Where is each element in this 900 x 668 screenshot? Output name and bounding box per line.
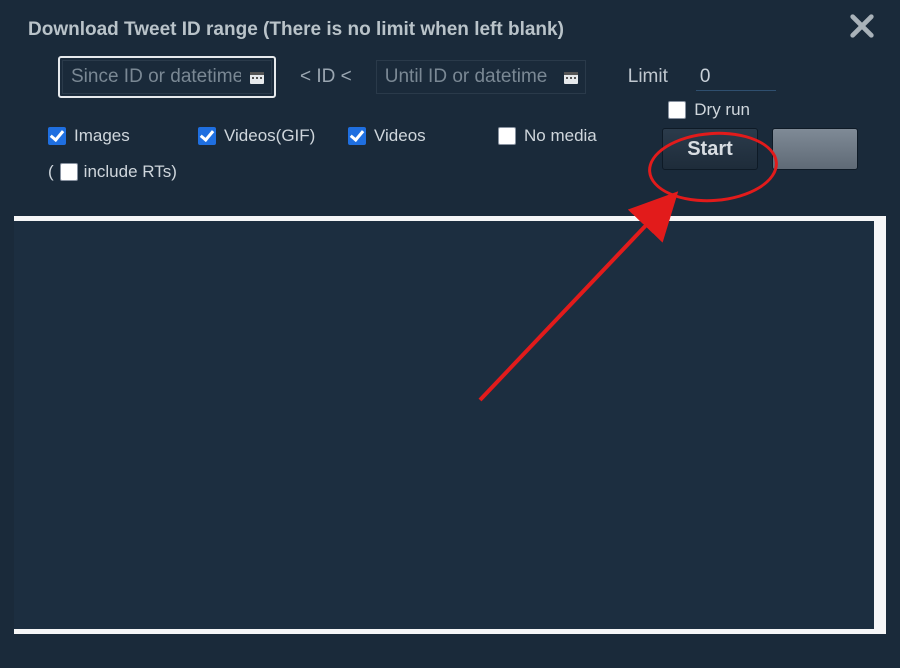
videos-label: Videos bbox=[374, 126, 426, 146]
since-calendar-icon[interactable] bbox=[248, 68, 266, 86]
include-rts-row: ( include RTs) bbox=[48, 162, 668, 182]
include-rts-label: include RTs) bbox=[84, 162, 177, 182]
secondary-button[interactable] bbox=[772, 128, 858, 170]
until-field-wrap bbox=[376, 60, 586, 94]
download-dialog: Download Tweet ID range (There is no lim… bbox=[0, 0, 900, 668]
videos-gif-label: Videos(GIF) bbox=[224, 126, 315, 146]
button-row: Start bbox=[662, 128, 858, 170]
close-icon[interactable] bbox=[848, 8, 882, 46]
start-button[interactable]: Start bbox=[662, 128, 758, 170]
range-separator: < ID < bbox=[294, 66, 358, 88]
videos-checkbox-item[interactable]: Videos bbox=[348, 126, 498, 146]
videos-gif-checkbox-item[interactable]: Videos(GIF) bbox=[198, 126, 348, 146]
dry-run-label: Dry run bbox=[694, 100, 750, 120]
until-calendar-icon[interactable] bbox=[562, 68, 580, 86]
images-label: Images bbox=[74, 126, 130, 146]
videos-checkbox[interactable] bbox=[348, 127, 366, 145]
no-media-checkbox[interactable] bbox=[498, 127, 516, 145]
dry-run-checkbox[interactable] bbox=[668, 101, 686, 119]
output-panel bbox=[14, 216, 886, 634]
media-check-group: Images Videos(GIF) Videos No media ( inc… bbox=[48, 126, 668, 182]
images-checkbox[interactable] bbox=[48, 127, 66, 145]
until-id-input[interactable] bbox=[376, 60, 586, 94]
title-row: Download Tweet ID range (There is no lim… bbox=[18, 8, 882, 46]
since-id-input[interactable] bbox=[62, 60, 272, 94]
start-button-label: Start bbox=[687, 138, 733, 161]
no-media-checkbox-item[interactable]: No media bbox=[498, 126, 648, 146]
dialog-title: Download Tweet ID range (There is no lim… bbox=[18, 13, 564, 41]
limit-label: Limit bbox=[628, 66, 668, 88]
since-field-wrap bbox=[58, 56, 276, 98]
images-checkbox-item[interactable]: Images bbox=[48, 126, 198, 146]
include-rts-prefix: ( bbox=[48, 162, 54, 182]
range-row: < ID < Limit bbox=[18, 56, 882, 98]
right-controls: Dry run Start bbox=[662, 100, 858, 170]
no-media-label: No media bbox=[524, 126, 597, 146]
include-rts-checkbox[interactable] bbox=[60, 163, 78, 181]
limit-input[interactable] bbox=[696, 63, 776, 91]
dry-run-checkbox-item[interactable]: Dry run bbox=[668, 100, 750, 120]
options-row: Images Videos(GIF) Videos No media ( inc… bbox=[18, 126, 882, 182]
videos-gif-checkbox[interactable] bbox=[198, 127, 216, 145]
